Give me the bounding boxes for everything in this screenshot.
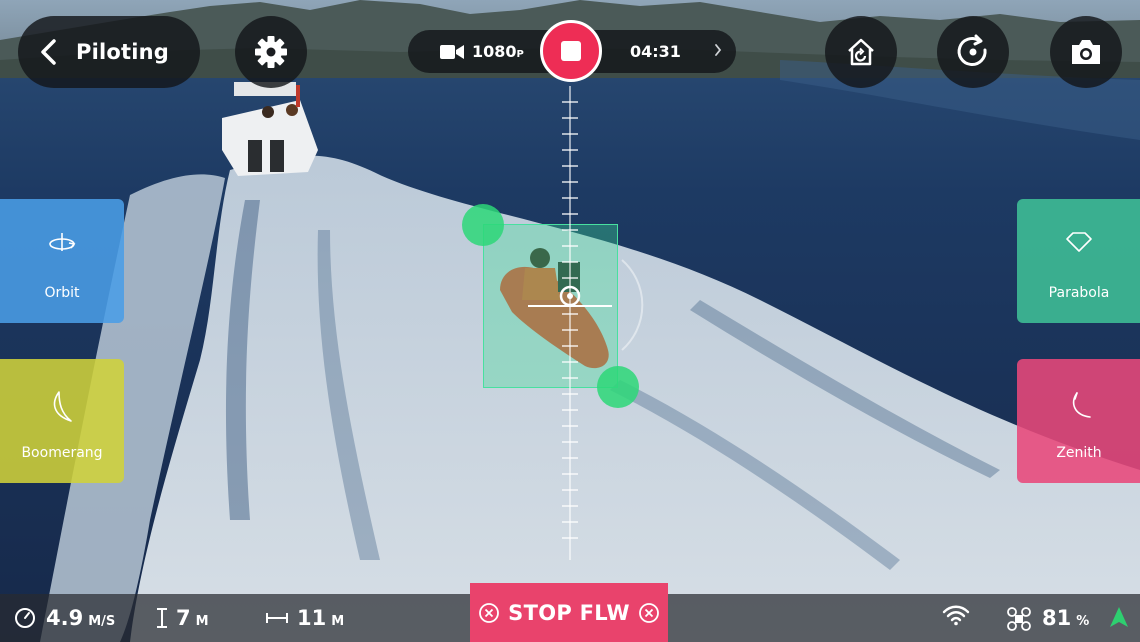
cancel-icon	[638, 602, 659, 623]
battery-unit: %	[1076, 614, 1090, 629]
wifi-icon	[942, 605, 970, 626]
back-button-label: Piloting	[76, 40, 170, 64]
mode-boomerang-label: Boomerang	[21, 445, 103, 461]
distance-unit: M	[331, 614, 345, 629]
record-stop-icon	[561, 41, 581, 61]
mode-zenith-label: Zenith	[1056, 445, 1102, 461]
back-button[interactable]: Piloting	[18, 16, 200, 88]
mode-orbit-label: Orbit	[44, 285, 80, 301]
battery-value: 81	[1042, 606, 1072, 630]
speed-unit: M/S	[88, 614, 116, 629]
orbit-icon	[49, 233, 76, 251]
parabola-icon	[1066, 232, 1092, 252]
distance-readout: 11 M	[265, 606, 344, 630]
speed-readout: 4.9 M/S	[14, 606, 115, 630]
speed-value: 4.9	[46, 606, 84, 630]
stop-follow-label: STOP FLW	[508, 600, 630, 625]
recording-timer: 04:31	[630, 42, 681, 61]
resolution-suffix: P	[516, 49, 524, 60]
settings-button[interactable]	[235, 16, 307, 88]
resolution-value: 1080	[472, 42, 517, 61]
photo-camera-icon	[1072, 40, 1100, 64]
mode-orbit[interactable]: Orbit	[0, 199, 124, 323]
drone-battery-icon	[1007, 607, 1031, 631]
reset-orientation-button[interactable]	[937, 16, 1009, 88]
gps-arrow-icon[interactable]	[1108, 606, 1130, 628]
mode-zenith[interactable]: Zenith	[1017, 359, 1140, 483]
mode-boomerang[interactable]: Boomerang	[0, 359, 124, 483]
boomerang-icon	[53, 391, 72, 422]
distance-value: 11	[297, 606, 327, 630]
zenith-icon	[1073, 392, 1091, 418]
distance-icon	[266, 613, 288, 623]
video-camera-icon	[440, 44, 464, 59]
chevron-right-icon[interactable]	[714, 42, 722, 58]
gear-icon	[255, 36, 287, 68]
speed-icon	[15, 608, 35, 628]
tracking-handle-bottom-right[interactable]	[597, 366, 639, 408]
video-resolution[interactable]: 1080P	[472, 42, 524, 61]
altitude-value: 7	[176, 606, 191, 630]
stop-follow-button[interactable]: STOP FLW	[470, 583, 668, 642]
cancel-icon	[479, 602, 500, 623]
altitude-readout: 7 M	[156, 606, 209, 630]
reset-orientation-icon	[957, 34, 987, 66]
mode-parabola[interactable]: Parabola	[1017, 199, 1140, 323]
record-stop-button[interactable]	[540, 20, 602, 82]
return-home-button[interactable]	[825, 16, 897, 88]
altitude-unit: M	[195, 614, 209, 629]
chevron-left-icon	[41, 39, 56, 65]
tracking-handle-top-left[interactable]	[462, 204, 504, 246]
battery-readout: 81 %	[1006, 606, 1089, 632]
tracking-box[interactable]	[483, 224, 618, 388]
mode-parabola-label: Parabola	[1048, 285, 1110, 301]
altitude-icon	[157, 608, 167, 628]
return-home-icon	[848, 38, 874, 66]
motor-boat	[222, 82, 318, 176]
take-photo-button[interactable]	[1050, 16, 1122, 88]
